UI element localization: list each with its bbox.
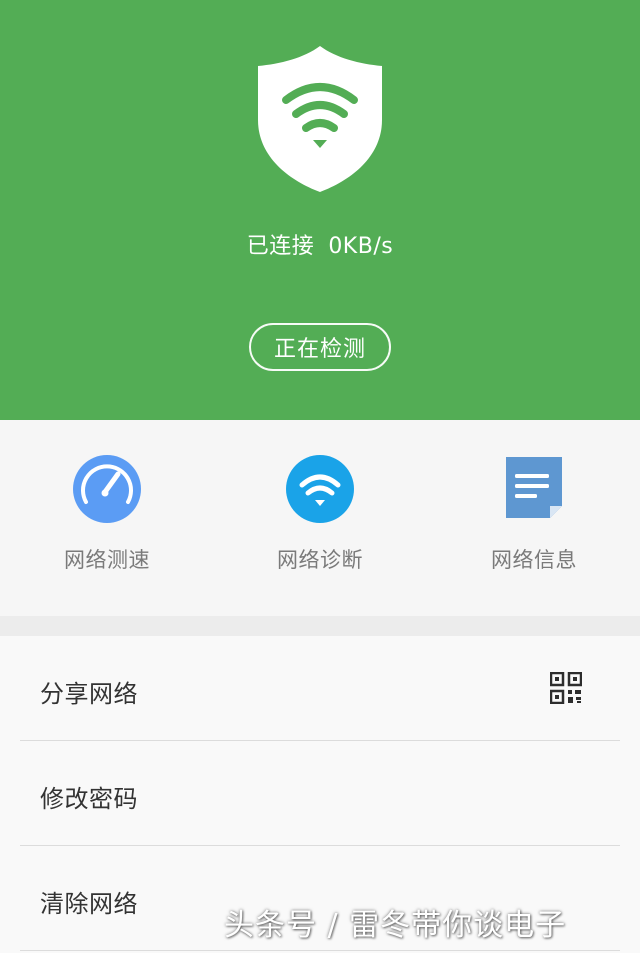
menu-item-label: 分享网络 [40, 680, 138, 708]
tool-diagnosis[interactable]: 网络诊断 [240, 454, 400, 574]
tool-label: 网络信息 [491, 548, 577, 572]
menu-item-share-network[interactable]: 分享网络 [20, 636, 620, 741]
wifi-shield-icon [258, 46, 382, 192]
watermark-text: 头条号 / 雷冬带你谈电子 [224, 908, 567, 943]
speedometer-icon [73, 455, 141, 523]
menu-item-label: 清除网络 [40, 890, 138, 918]
section-divider [0, 616, 640, 636]
connection-status: 已连接 0KB/s [0, 228, 640, 260]
tools-row: 网络测速 网络诊断 网络信息 [0, 420, 640, 616]
connection-header: 已连接 0KB/s 正在检测 [0, 0, 640, 420]
menu-item-change-password[interactable]: 修改密码 [20, 741, 620, 846]
speed-value: 0KB/s [328, 234, 394, 259]
tool-label: 网络诊断 [277, 548, 363, 572]
status-label: 已连接 [246, 234, 315, 259]
wifi-icon [286, 455, 354, 523]
tool-network-info[interactable]: 网络信息 [454, 454, 614, 574]
menu-item-label: 修改密码 [40, 785, 138, 813]
tool-speed-test[interactable]: 网络测速 [27, 454, 187, 574]
document-icon [506, 457, 562, 518]
qr-code-icon[interactable] [550, 672, 582, 704]
tool-label: 网络测速 [64, 548, 150, 572]
detect-button[interactable]: 正在检测 [249, 323, 391, 371]
